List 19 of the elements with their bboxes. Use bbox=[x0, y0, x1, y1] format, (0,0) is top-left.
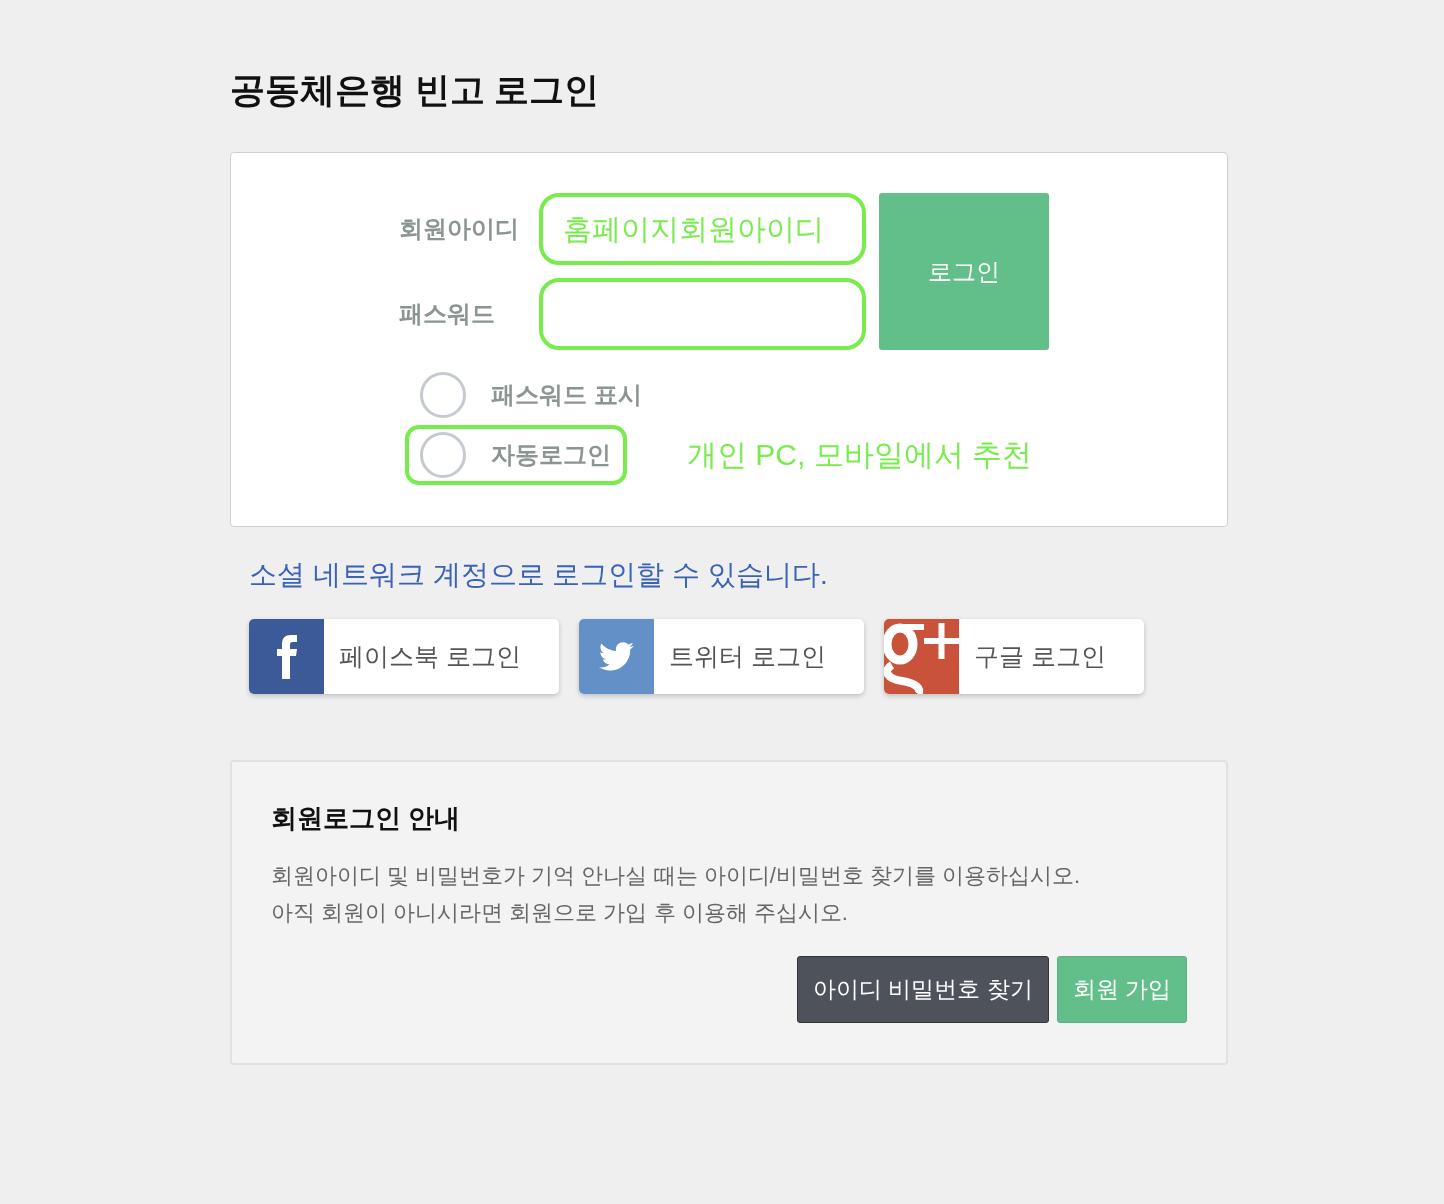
find-account-button[interactable]: 아이디 비밀번호 찾기 bbox=[796, 956, 1049, 1023]
page-title: 공동체은행 빈고 로그인 bbox=[230, 69, 601, 111]
field-label: 회원아이디 bbox=[399, 214, 520, 244]
facebook-icon bbox=[249, 619, 324, 694]
info-text: 아직 회원이 아니시라면 회원으로 가입 후 이용해 주십시오. bbox=[271, 899, 849, 927]
field-label: 패스워드 bbox=[399, 299, 496, 329]
bird-icon bbox=[578, 619, 654, 694]
social-heading: 소셜 네트워크 계정으로 로그인할 수 있습니다. bbox=[249, 558, 829, 592]
input-field[interactable] bbox=[539, 278, 866, 350]
social-login-button[interactable]: 트위터 로그인 bbox=[578, 619, 864, 694]
social-login-button[interactable]: 페이스북 로그인 bbox=[249, 619, 559, 694]
radio-button[interactable] bbox=[420, 432, 466, 478]
google-plus-icon bbox=[883, 619, 959, 694]
input-field[interactable]: 홈페이지회원아이디 bbox=[539, 193, 866, 265]
info-title: 회원로그인 안내 bbox=[271, 802, 462, 834]
radio-button[interactable] bbox=[420, 372, 466, 418]
info-text: 회원아이디 및 비밀번호가 기억 안나실 때는 아이디/비밀번호 찾기를 이용하십시오. bbox=[271, 862, 1082, 890]
recommendation-note: 개인 PC, 모바일에서 추천 bbox=[687, 436, 1032, 473]
social-login-button[interactable]: 구글 로그인 bbox=[883, 619, 1144, 694]
